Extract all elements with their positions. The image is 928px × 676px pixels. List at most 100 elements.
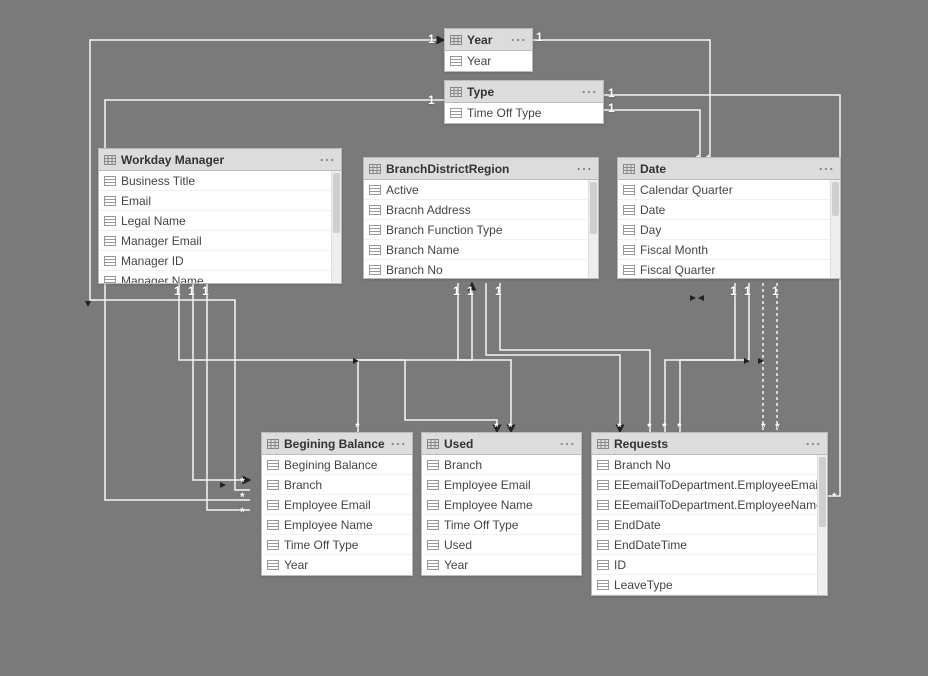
column-icon (103, 274, 117, 284)
more-icon[interactable] (805, 437, 821, 451)
field-row[interactable]: Year (262, 555, 412, 575)
more-icon[interactable] (559, 437, 575, 451)
field-row[interactable]: Active (364, 180, 598, 200)
more-icon[interactable] (581, 85, 597, 99)
field-row[interactable]: Branch No (364, 260, 598, 278)
column-icon (103, 194, 117, 208)
table-title: BranchDistrictRegion (386, 162, 576, 176)
field-row[interactable]: Date (618, 200, 840, 220)
field-row[interactable]: EndDateTime (592, 535, 827, 555)
table-header[interactable]: Date (618, 158, 840, 180)
cardinality-many: * (240, 505, 245, 519)
table-used[interactable]: Used Branch Employee Email Employee Name… (421, 432, 582, 576)
table-icon (368, 162, 382, 176)
more-icon[interactable] (390, 437, 406, 451)
scrollbar[interactable] (331, 171, 341, 283)
table-requests[interactable]: Requests Branch No EEemailToDepartment.E… (591, 432, 828, 596)
column-icon (426, 498, 440, 512)
table-body: Year (445, 51, 532, 71)
table-workday-manager[interactable]: Workday Manager Business Title Email Leg… (98, 148, 342, 284)
scrollbar[interactable] (588, 180, 598, 278)
field-row[interactable]: Branch No (592, 455, 827, 475)
field-row[interactable]: ID (592, 555, 827, 575)
field-row[interactable]: Year (422, 555, 581, 575)
field-row[interactable]: Employee Email (422, 475, 581, 495)
more-icon[interactable] (576, 162, 592, 176)
field-row[interactable]: Day (618, 220, 840, 240)
table-title: Requests (614, 437, 805, 451)
column-icon (426, 458, 440, 472)
scrollbar[interactable] (830, 180, 840, 278)
field-row[interactable]: Branch Name (364, 240, 598, 260)
table-body: Calendar Quarter Date Day Fiscal Month F… (618, 180, 840, 278)
field-row[interactable]: Employee Name (262, 515, 412, 535)
column-icon (596, 518, 610, 532)
field-label: EEemailToDepartment.EmployeeEmail (614, 478, 821, 492)
field-row[interactable]: Year (445, 51, 532, 71)
field-label: Manager Name (121, 274, 204, 284)
table-type[interactable]: Type Time Off Type (444, 80, 604, 124)
cardinality-one: 1 (174, 284, 181, 298)
field-label: Begining Balance (284, 458, 377, 472)
field-row[interactable]: Time Off Type (445, 103, 603, 123)
field-row[interactable]: Time Off Type (422, 515, 581, 535)
table-icon (103, 153, 117, 167)
field-row[interactable]: Employee Name (422, 495, 581, 515)
table-date[interactable]: Date Calendar Quarter Date Day Fiscal Mo… (617, 157, 841, 279)
field-row[interactable]: Fiscal Quarter (618, 260, 840, 278)
field-label: Business Title (121, 174, 195, 188)
field-label: Active (386, 183, 419, 197)
field-row[interactable]: Begining Balance (262, 455, 412, 475)
field-row[interactable]: Employee Email (262, 495, 412, 515)
field-label: Time Off Type (444, 518, 518, 532)
more-icon[interactable] (319, 153, 335, 167)
field-row[interactable]: Used (422, 535, 581, 555)
column-icon (368, 243, 382, 257)
column-icon (368, 223, 382, 237)
field-row[interactable]: EEemailToDepartment.EmployeeEmail (592, 475, 827, 495)
more-icon[interactable] (510, 33, 526, 47)
table-header[interactable]: Type (445, 81, 603, 103)
column-icon (368, 183, 382, 197)
table-header[interactable]: BranchDistrictRegion (364, 158, 598, 180)
field-row[interactable]: Legal Name (99, 211, 341, 231)
field-row[interactable]: Manager Name (99, 271, 341, 283)
field-row[interactable]: Bracnh Address (364, 200, 598, 220)
field-row[interactable]: LeaveType (592, 575, 827, 595)
table-header[interactable]: Requests (592, 433, 827, 455)
field-row[interactable]: EEemailToDepartment.EmployeeName (592, 495, 827, 515)
table-year[interactable]: Year Year (444, 28, 533, 72)
table-title: Begining Balance (284, 437, 390, 451)
field-row[interactable]: Email (99, 191, 341, 211)
table-header[interactable]: Workday Manager (99, 149, 341, 171)
scrollbar[interactable] (817, 455, 827, 595)
field-label: Manager Email (121, 234, 202, 248)
field-label: EndDateTime (614, 538, 687, 552)
column-icon (426, 518, 440, 532)
field-row[interactable]: EndDate (592, 515, 827, 535)
field-label: Employee Email (284, 498, 371, 512)
field-label: EEemailToDepartment.EmployeeName (614, 498, 823, 512)
column-icon (426, 558, 440, 572)
table-header[interactable]: Used (422, 433, 581, 455)
column-icon (266, 458, 280, 472)
field-row[interactable]: Branch (262, 475, 412, 495)
field-row[interactable]: Manager ID (99, 251, 341, 271)
more-icon[interactable] (818, 162, 834, 176)
table-header[interactable]: Begining Balance (262, 433, 412, 455)
table-body: Business Title Email Legal Name Manager … (99, 171, 341, 283)
field-row[interactable]: Time Off Type (262, 535, 412, 555)
table-header[interactable]: Year (445, 29, 532, 51)
field-row[interactable]: Branch Function Type (364, 220, 598, 240)
column-icon (266, 558, 280, 572)
table-begining-balance[interactable]: Begining Balance Begining Balance Branch… (261, 432, 413, 576)
field-row[interactable]: Manager Email (99, 231, 341, 251)
field-row[interactable]: Fiscal Month (618, 240, 840, 260)
table-branch-district-region[interactable]: BranchDistrictRegion Active Bracnh Addre… (363, 157, 599, 279)
field-row[interactable]: Business Title (99, 171, 341, 191)
field-row[interactable]: Branch (422, 455, 581, 475)
field-label: Year (467, 54, 491, 68)
field-row[interactable]: Calendar Quarter (618, 180, 840, 200)
column-icon (103, 254, 117, 268)
table-title: Workday Manager (121, 153, 319, 167)
